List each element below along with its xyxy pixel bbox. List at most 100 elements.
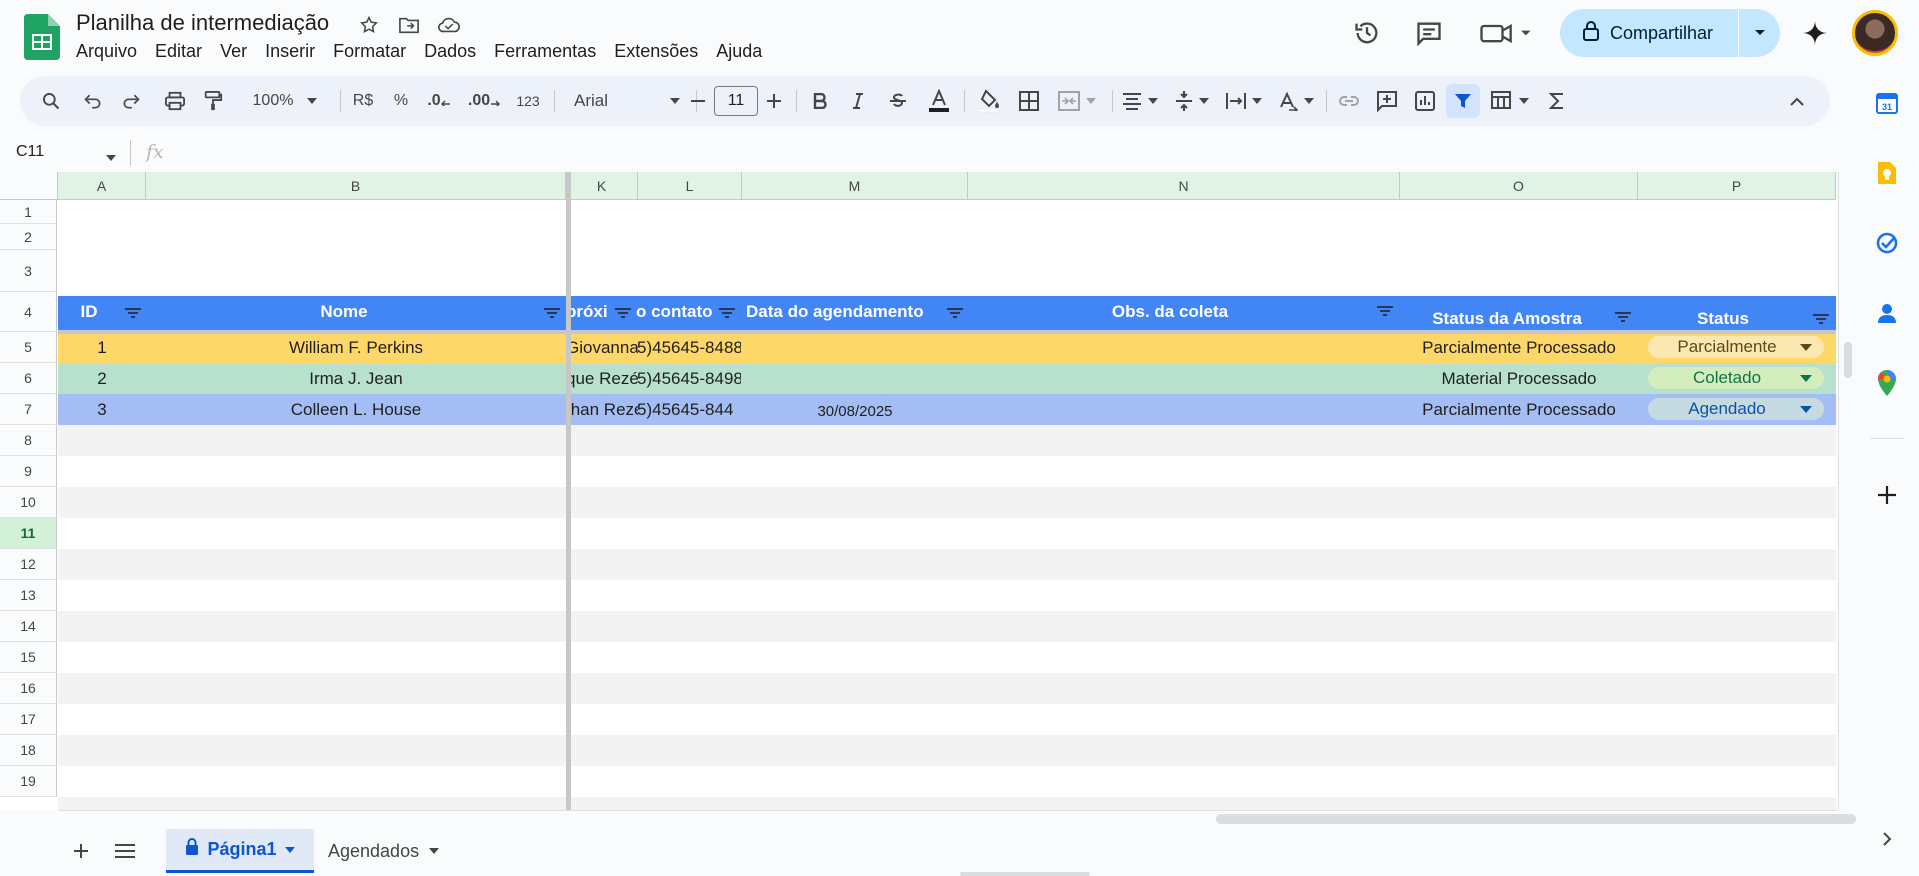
- sheet-tab-pagina1[interactable]: Página1: [166, 829, 314, 873]
- row-header[interactable]: 12: [0, 549, 57, 580]
- tasks-icon[interactable]: [1872, 228, 1902, 258]
- chevron-down-icon[interactable]: [106, 148, 116, 166]
- keep-icon[interactable]: [1872, 158, 1902, 188]
- menu-ajuda[interactable]: Ajuda: [707, 41, 771, 62]
- format-percent-button[interactable]: %: [386, 76, 416, 126]
- cell-nome[interactable]: William F. Perkins: [146, 332, 566, 363]
- row-header[interactable]: 15: [0, 642, 57, 673]
- fill-color-icon[interactable]: [972, 76, 1006, 126]
- row-header[interactable]: 13: [0, 580, 57, 611]
- expand-side-panel-icon[interactable]: [1872, 824, 1902, 854]
- cell-nome[interactable]: Irma J. Jean: [146, 363, 566, 394]
- row-header[interactable]: 10: [0, 487, 57, 518]
- functions-icon[interactable]: [1540, 76, 1574, 126]
- row-header[interactable]: 8: [0, 425, 57, 456]
- menu-arquivo[interactable]: Arquivo: [76, 41, 146, 62]
- document-title[interactable]: Planilha de intermediação: [76, 10, 329, 36]
- cell-proximo[interactable]: than Rezé: [566, 394, 638, 425]
- row-header[interactable]: 2: [0, 224, 57, 250]
- print-icon[interactable]: [158, 76, 192, 126]
- version-history-icon[interactable]: [1348, 14, 1386, 52]
- row-header[interactable]: 6: [0, 363, 57, 394]
- filter-icon[interactable]: [718, 306, 736, 320]
- menu-dados[interactable]: Dados: [415, 41, 485, 62]
- meet-icon[interactable]: [1476, 14, 1536, 52]
- cell-id[interactable]: 1: [58, 332, 146, 363]
- cell-contato[interactable]: 5)45645-844: [637, 394, 741, 425]
- header-obs-coleta[interactable]: Obs. da coleta: [968, 296, 1372, 328]
- all-sheets-icon[interactable]: [108, 834, 142, 868]
- increase-font-size-icon[interactable]: [760, 76, 788, 126]
- row-header[interactable]: 19: [0, 766, 57, 797]
- more-formats-button[interactable]: 123: [508, 76, 548, 126]
- cell-contato[interactable]: 5)45645-8498: [637, 363, 741, 394]
- row-header[interactable]: 14: [0, 611, 57, 642]
- col-header-o[interactable]: O: [1400, 172, 1638, 200]
- insert-chart-icon[interactable]: [1408, 76, 1442, 126]
- text-rotation-icon[interactable]: [1272, 76, 1320, 126]
- undo-icon[interactable]: [76, 76, 110, 126]
- avatar[interactable]: [1852, 10, 1898, 56]
- col-header-b[interactable]: B: [146, 172, 566, 200]
- calendar-icon[interactable]: 31: [1872, 88, 1902, 118]
- col-header-a[interactable]: A: [58, 172, 146, 200]
- comments-icon[interactable]: [1410, 14, 1448, 52]
- cell-status-amostra[interactable]: Parcialmente Processado: [1400, 332, 1638, 363]
- filter-views-icon[interactable]: [1486, 76, 1534, 126]
- add-sheet-icon[interactable]: [64, 834, 98, 868]
- col-header-p[interactable]: P: [1638, 172, 1836, 200]
- row-header[interactable]: 18: [0, 735, 57, 766]
- frozen-row-divider[interactable]: [58, 330, 1836, 334]
- search-menus-icon[interactable]: [34, 76, 68, 126]
- cell-id[interactable]: 3: [58, 394, 146, 425]
- filter-icon[interactable]: [1614, 310, 1632, 324]
- header-nome[interactable]: Nome: [146, 296, 542, 328]
- share-button[interactable]: Compartilhar: [1560, 9, 1738, 57]
- cell-nome[interactable]: Colleen L. House: [146, 394, 566, 425]
- merge-cells-icon[interactable]: [1050, 76, 1104, 126]
- share-dropdown-button[interactable]: [1738, 9, 1780, 57]
- cell-data-agendamento[interactable]: [742, 365, 968, 396]
- bold-icon[interactable]: [804, 76, 836, 126]
- contacts-icon[interactable]: [1872, 298, 1902, 328]
- row-header[interactable]: 17: [0, 704, 57, 735]
- cell-data-agendamento[interactable]: [742, 334, 968, 365]
- borders-icon[interactable]: [1012, 76, 1046, 126]
- filter-icon[interactable]: [1812, 312, 1830, 326]
- status-dropdown-chip[interactable]: Agendado: [1648, 398, 1824, 420]
- menu-formatar[interactable]: Formatar: [324, 41, 415, 62]
- format-currency-button[interactable]: R$: [346, 76, 380, 126]
- row-header[interactable]: 16: [0, 673, 57, 704]
- sheets-logo-icon[interactable]: [24, 14, 60, 60]
- status-dropdown-chip[interactable]: Parcialmente: [1648, 336, 1824, 358]
- menu-extensoes[interactable]: Extensões: [605, 41, 707, 62]
- col-header-l[interactable]: L: [638, 172, 742, 200]
- col-header-n[interactable]: N: [968, 172, 1400, 200]
- horizontal-align-icon[interactable]: [1116, 76, 1164, 126]
- col-header-m[interactable]: M: [742, 172, 968, 200]
- horizontal-scrollbar[interactable]: [58, 810, 1856, 826]
- frozen-column-divider[interactable]: [566, 172, 571, 810]
- text-color-icon[interactable]: [922, 76, 956, 126]
- row-header[interactable]: 7: [0, 394, 57, 425]
- name-box[interactable]: C11: [16, 143, 44, 161]
- star-icon[interactable]: [356, 12, 382, 38]
- decrease-decimal-button[interactable]: .0: [422, 76, 456, 126]
- row-header[interactable]: 9: [0, 456, 57, 487]
- filter-icon[interactable]: [1376, 304, 1394, 318]
- zoom-select[interactable]: 100%: [242, 76, 328, 126]
- cell-proximo[interactable]: Giovanna: [566, 332, 638, 363]
- strikethrough-icon[interactable]: [882, 76, 914, 126]
- sheet-tab-agendados[interactable]: Agendados: [320, 829, 447, 873]
- col-header-k[interactable]: K: [566, 172, 638, 200]
- decrease-font-size-icon[interactable]: [684, 76, 712, 126]
- cell-id[interactable]: 2: [58, 363, 146, 394]
- redo-icon[interactable]: [114, 76, 148, 126]
- select-all-corner[interactable]: [0, 172, 58, 200]
- font-size-input[interactable]: 11: [714, 86, 758, 116]
- move-folder-icon[interactable]: [396, 12, 422, 38]
- vertical-scrollbar[interactable]: [1838, 172, 1856, 810]
- cloud-saved-icon[interactable]: [436, 12, 462, 38]
- filter-icon[interactable]: [946, 306, 964, 320]
- font-family-select[interactable]: Arial: [560, 76, 690, 126]
